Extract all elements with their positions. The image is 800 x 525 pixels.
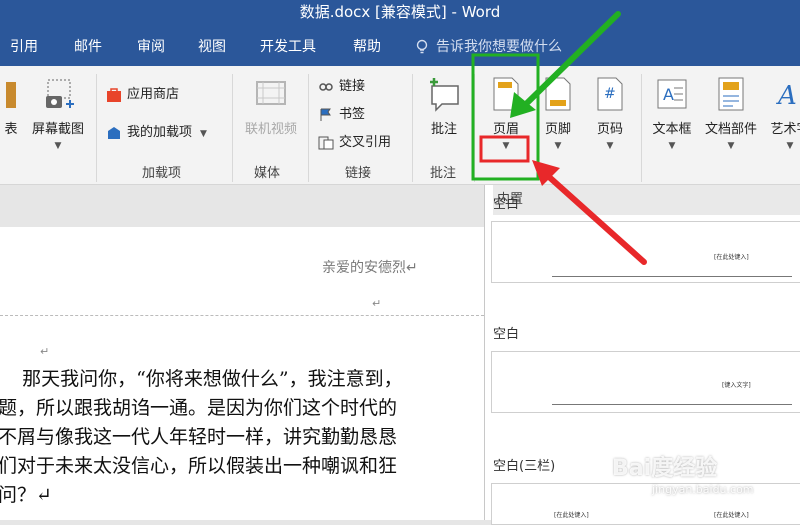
header-template-blank[interactable]: [在此处键入] — [491, 221, 800, 283]
chevron-down-icon: ▼ — [200, 129, 207, 139]
tab-view[interactable]: 视图 — [198, 28, 226, 66]
online-video-button[interactable]: 联机视频 — [240, 76, 302, 137]
link-icon — [319, 82, 333, 91]
watermark-url: jingyan.baidu.com — [652, 483, 754, 496]
svg-text:#: # — [604, 86, 616, 102]
table-button[interactable]: 表 — [0, 76, 28, 137]
svg-text:A: A — [776, 81, 797, 111]
paragraph-mark: ↵ — [40, 345, 50, 358]
tab-references[interactable]: 引用 — [10, 28, 38, 66]
gallery-section-label: 空白 — [493, 327, 520, 342]
placeholder-text: [在此处键入] — [714, 512, 749, 519]
chevron-down-icon: ▼ — [54, 141, 62, 151]
group-label-media: 媒体 — [254, 166, 281, 181]
camera-icon — [42, 76, 74, 112]
divider — [474, 74, 475, 182]
store-button[interactable]: 应用商店 — [106, 84, 179, 106]
ribbon-insert: 表 屏幕截图 ▼ 应用商店 我的加载项 ▼ 加载项 联机视频 媒体 链接 书签 交… — [0, 66, 800, 185]
screenshot-button[interactable]: 屏幕截图 ▼ — [26, 76, 90, 151]
link-button[interactable]: 链接 — [318, 76, 365, 98]
header-rule — [552, 276, 792, 277]
watermark-logo: Bai度经验 — [612, 456, 718, 481]
group-label-addins: 加载项 — [142, 166, 182, 181]
chevron-down-icon: ▼ — [668, 141, 676, 151]
chevron-down-icon: ▼ — [554, 141, 562, 151]
quick-parts-button[interactable]: 文档部件 ▼ — [700, 76, 762, 151]
header-boundary — [0, 315, 484, 316]
chevron-down-icon: ▼ — [606, 141, 614, 151]
placeholder-text: [在此处键入] — [554, 512, 589, 519]
video-icon — [255, 76, 287, 112]
document-page[interactable]: 亲爱的安德烈↵ ↵ ↵ 那天我问你，“你将来想做什么”，我注意到， 题，所以跟我… — [0, 185, 484, 520]
quick-parts-icon — [715, 76, 747, 112]
divider — [232, 74, 233, 182]
bookmark-icon — [320, 108, 331, 121]
group-label-comments: 批注 — [430, 166, 457, 181]
paragraph-mark: ↵ — [372, 297, 382, 310]
header-template-blank-text[interactable]: [键入文字] — [491, 351, 800, 413]
ribbon-tabs: 引用 邮件 审阅 视图 开发工具 帮助 告诉我你想要做什么 — [0, 28, 800, 66]
tab-review[interactable]: 审阅 — [137, 28, 165, 66]
chevron-down-icon: ▼ — [786, 141, 794, 151]
tab-mailings[interactable]: 邮件 — [74, 28, 102, 66]
table-icon — [0, 76, 18, 112]
group-label-links: 链接 — [345, 166, 372, 181]
document-gutter — [0, 185, 484, 227]
page-number-icon: # — [594, 76, 626, 112]
divider — [641, 74, 642, 182]
addins-icon — [108, 126, 120, 139]
divider — [96, 74, 97, 182]
divider — [308, 74, 309, 182]
comment-button[interactable]: 批注 — [416, 76, 472, 137]
cross-reference-icon — [318, 136, 334, 149]
lightbulb-icon — [416, 39, 428, 54]
wordart-button[interactable]: A 艺术字 ▼ — [762, 76, 800, 151]
comment-icon — [428, 76, 460, 112]
textbox-icon: A — [656, 76, 688, 112]
body-paragraph[interactable]: 那天我问你，“你将来想做什么”，我注意到， 题，所以跟我胡诌一通。是因为你们这个… — [0, 365, 484, 510]
textbox-button[interactable]: A 文本框 ▼ — [644, 76, 700, 151]
placeholder-text: [键入文字] — [722, 382, 751, 389]
wordart-icon: A — [774, 76, 800, 112]
header-text[interactable]: 亲爱的安德烈↵ — [322, 257, 418, 277]
my-addins-button[interactable]: 我的加载项 ▼ — [106, 122, 207, 144]
tab-developer[interactable]: 开发工具 — [260, 28, 316, 66]
store-icon — [107, 87, 121, 102]
gallery-section-label: 空白 — [493, 197, 520, 212]
window-title: 数据.docx [兼容模式] - Word — [299, 3, 501, 21]
tell-me-search[interactable]: 告诉我你想要做什么 — [414, 28, 562, 66]
header-rule — [552, 404, 792, 405]
tab-help[interactable]: 帮助 — [353, 28, 381, 66]
placeholder-text: [在此处键入] — [714, 254, 749, 261]
tell-me-placeholder: 告诉我你想要做什么 — [436, 39, 562, 55]
header-button[interactable]: 页眉 ▼ — [478, 76, 534, 151]
divider — [412, 74, 413, 182]
header-icon — [490, 76, 522, 112]
svg-text:A: A — [663, 85, 674, 104]
footer-button[interactable]: 页脚 ▼ — [530, 76, 586, 151]
gallery-title: 内置 — [493, 185, 800, 215]
bookmark-button[interactable]: 书签 — [318, 104, 365, 126]
footer-icon — [542, 76, 574, 112]
chevron-down-icon[interactable]: ▼ — [478, 141, 534, 151]
title-bar: 数据.docx [兼容模式] - Word — [0, 0, 800, 28]
gallery-section-label: 空白(三栏) — [493, 459, 556, 474]
cross-reference-button[interactable]: 交叉引用 — [318, 132, 391, 154]
chevron-down-icon: ▼ — [727, 141, 735, 151]
page-number-button[interactable]: # 页码 ▼ — [582, 76, 638, 151]
